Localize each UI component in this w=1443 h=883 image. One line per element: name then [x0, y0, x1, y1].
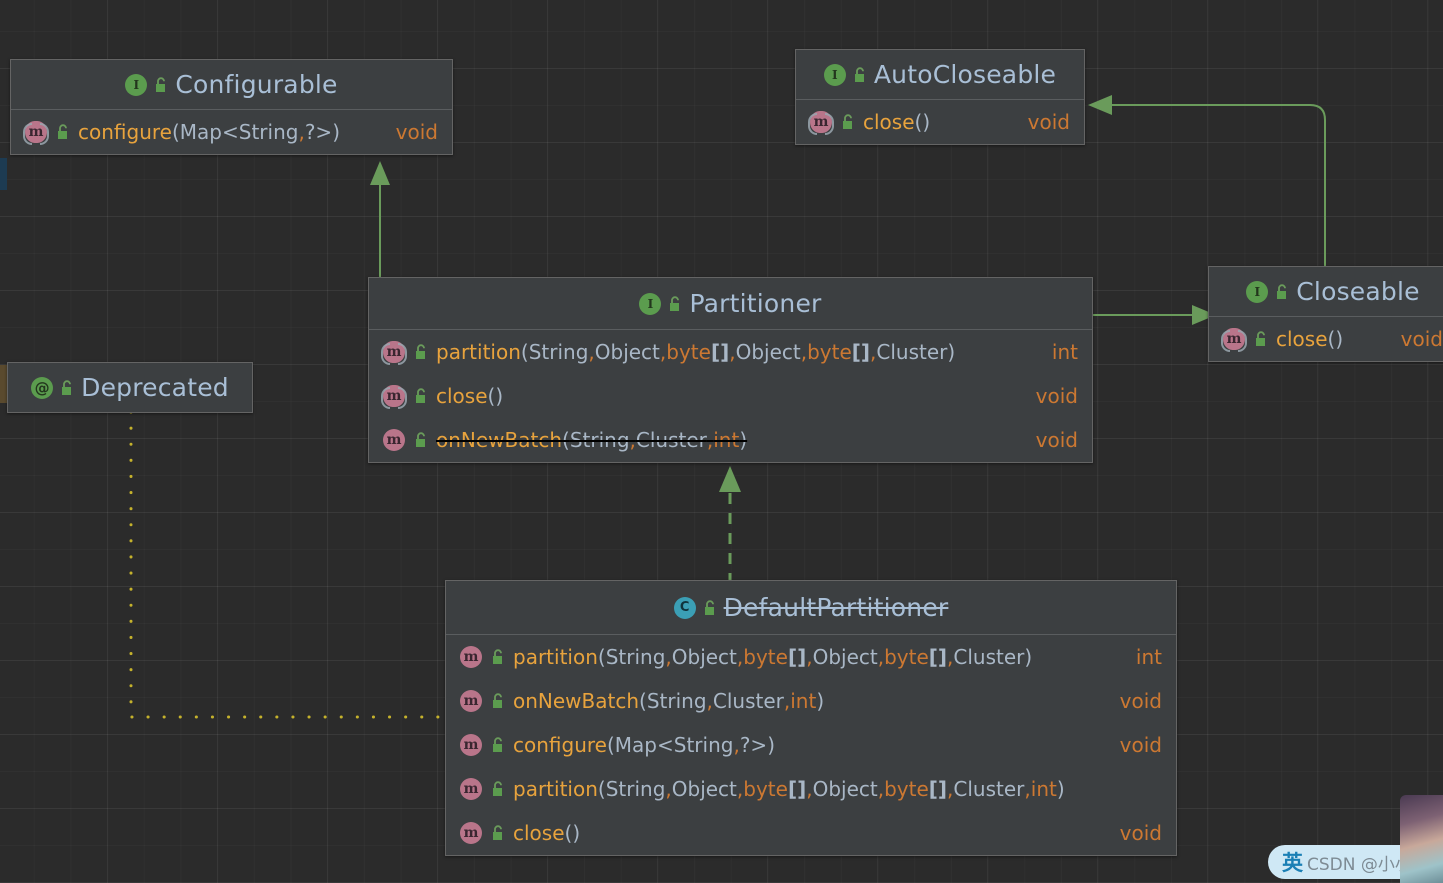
uml-node-title: DefaultPartitioner [724, 593, 949, 622]
uml-node-members: m configure(Map<String, ?>) void [11, 110, 452, 154]
unlocked-padlock-icon [491, 825, 505, 841]
edge-closeable-to-autocloseable [1080, 85, 1340, 280]
member-signature: close() [1276, 327, 1343, 351]
uml-node-members: m partition (String, Object, byte[], Obj… [446, 635, 1176, 855]
uml-node-deprecated[interactable]: @ Deprecated [7, 362, 253, 413]
abstract-method-icon: m [809, 110, 833, 134]
member-return-type: void [374, 120, 438, 144]
watermark-avatar [1400, 795, 1443, 883]
abstract-method-icon: m [382, 340, 406, 364]
uml-node-members: m partition (String, Object, byte[], Obj… [369, 330, 1092, 462]
member-row[interactable]: m close() void [1209, 317, 1443, 361]
edge-defaultpartitioner-to-partitioner [705, 462, 755, 584]
member-return-type: void [1006, 110, 1070, 134]
interface-icon: I [125, 74, 147, 96]
member-return-type: void [1098, 689, 1162, 713]
abstract-method-icon: m [24, 120, 48, 144]
member-signature: partition (String, Object, byte[], Objec… [513, 645, 1032, 669]
method-icon: m [459, 821, 483, 845]
uml-node-header[interactable]: C DefaultPartitioner [446, 581, 1176, 635]
uml-node-header[interactable]: I Configurable [11, 60, 452, 110]
interface-icon: I [639, 293, 661, 315]
member-return-type: int [1030, 340, 1078, 364]
unlocked-padlock-icon [668, 296, 682, 312]
member-signature: close() [436, 384, 503, 408]
abstract-method-icon: m [382, 384, 406, 408]
member-row[interactable]: m close() void [796, 100, 1084, 144]
method-icon: m [459, 689, 483, 713]
unlocked-padlock-icon [154, 77, 168, 93]
abstract-method-icon: m [1222, 327, 1246, 351]
editor-gutter-marker-brown [0, 365, 7, 403]
watermark-badge: 英 [1282, 847, 1303, 877]
member-row[interactable]: m partition (String, Object, byte[], Obj… [446, 767, 1176, 811]
member-row[interactable]: m onNewBatch (String, Cluster, int) void [446, 679, 1176, 723]
uml-node-title: Partitioner [689, 289, 821, 318]
member-row[interactable]: m close() void [446, 811, 1176, 855]
unlocked-padlock-icon [841, 114, 855, 130]
uml-diagram-canvas[interactable]: I Configurable m configure(Map<String, ?… [0, 0, 1443, 883]
uml-node-configurable[interactable]: I Configurable m configure(Map<String, ?… [10, 59, 453, 155]
unlocked-padlock-icon [414, 344, 428, 360]
unlocked-padlock-icon [56, 124, 70, 140]
member-signature: configure(Map<String, ?>) [78, 120, 340, 144]
interface-icon: I [824, 64, 846, 86]
uml-node-header[interactable]: @ Deprecated [8, 363, 252, 412]
uml-node-partitioner[interactable]: I Partitioner m partition (String, Objec… [368, 277, 1093, 463]
uml-node-closeable[interactable]: I Closeable m close() void [1208, 266, 1443, 362]
member-return-type: void [1387, 327, 1443, 351]
member-signature: configure(Map<String, ?>) [513, 733, 775, 757]
uml-node-defaultpartitioner[interactable]: C DefaultPartitioner m partition (String… [445, 580, 1177, 856]
unlocked-padlock-icon [1254, 331, 1268, 347]
method-icon: m [459, 733, 483, 757]
unlocked-padlock-icon [491, 737, 505, 753]
member-return-type: void [1014, 384, 1078, 408]
uml-node-title: Configurable [175, 70, 337, 99]
edge-partitioner-to-configurable [355, 155, 405, 285]
member-signature: partition (String, Object, byte[], Objec… [436, 340, 955, 364]
uml-node-members: m close() void [1209, 317, 1443, 361]
member-return-type: void [1014, 428, 1078, 452]
uml-node-header[interactable]: I Partitioner [369, 278, 1092, 330]
member-row[interactable]: m partition (String, Object, byte[], Obj… [369, 330, 1092, 374]
member-row[interactable]: m close() void [369, 374, 1092, 418]
member-row[interactable]: m configure(Map<String, ?>) void [11, 110, 452, 154]
uml-node-title: Closeable [1296, 277, 1419, 306]
member-return-type: int [1114, 645, 1162, 669]
class-icon: C [674, 597, 696, 619]
member-signature: onNewBatch (String, Cluster, int) [436, 428, 747, 452]
uml-node-header[interactable]: I AutoCloseable [796, 50, 1084, 100]
default-method-icon: m [382, 428, 406, 452]
edge-partitioner-to-closeable [1090, 295, 1220, 335]
unlocked-padlock-icon [60, 380, 74, 396]
editor-gutter-marker-blue [0, 158, 7, 190]
unlocked-padlock-icon [414, 388, 428, 404]
annotation-icon: @ [31, 377, 53, 399]
uml-node-autocloseable[interactable]: I AutoCloseable m close() void [795, 49, 1085, 145]
member-row[interactable]: m partition (String, Object, byte[], Obj… [446, 635, 1176, 679]
member-return-type: void [1098, 821, 1162, 845]
unlocked-padlock-icon [853, 67, 867, 83]
interface-icon: I [1246, 281, 1268, 303]
member-signature: close() [863, 110, 930, 134]
member-signature: onNewBatch (String, Cluster, int) [513, 689, 824, 713]
unlocked-padlock-icon [491, 649, 505, 665]
unlocked-padlock-icon [1275, 284, 1289, 300]
member-row[interactable]: m onNewBatch (String, Cluster, int) void [369, 418, 1092, 462]
unlocked-padlock-icon [703, 600, 717, 616]
method-icon: m [459, 645, 483, 669]
unlocked-padlock-icon [414, 432, 428, 448]
uml-node-header[interactable]: I Closeable [1209, 267, 1443, 317]
member-return-type: void [1098, 733, 1162, 757]
member-signature: partition (String, Object, byte[], Objec… [513, 777, 1065, 801]
unlocked-padlock-icon [491, 781, 505, 797]
member-row[interactable]: m configure(Map<String, ?>) void [446, 723, 1176, 767]
uml-node-members: m close() void [796, 100, 1084, 144]
member-signature: close() [513, 821, 580, 845]
uml-node-title: AutoCloseable [874, 60, 1056, 89]
uml-node-title: Deprecated [81, 373, 229, 402]
unlocked-padlock-icon [491, 693, 505, 709]
method-icon: m [459, 777, 483, 801]
